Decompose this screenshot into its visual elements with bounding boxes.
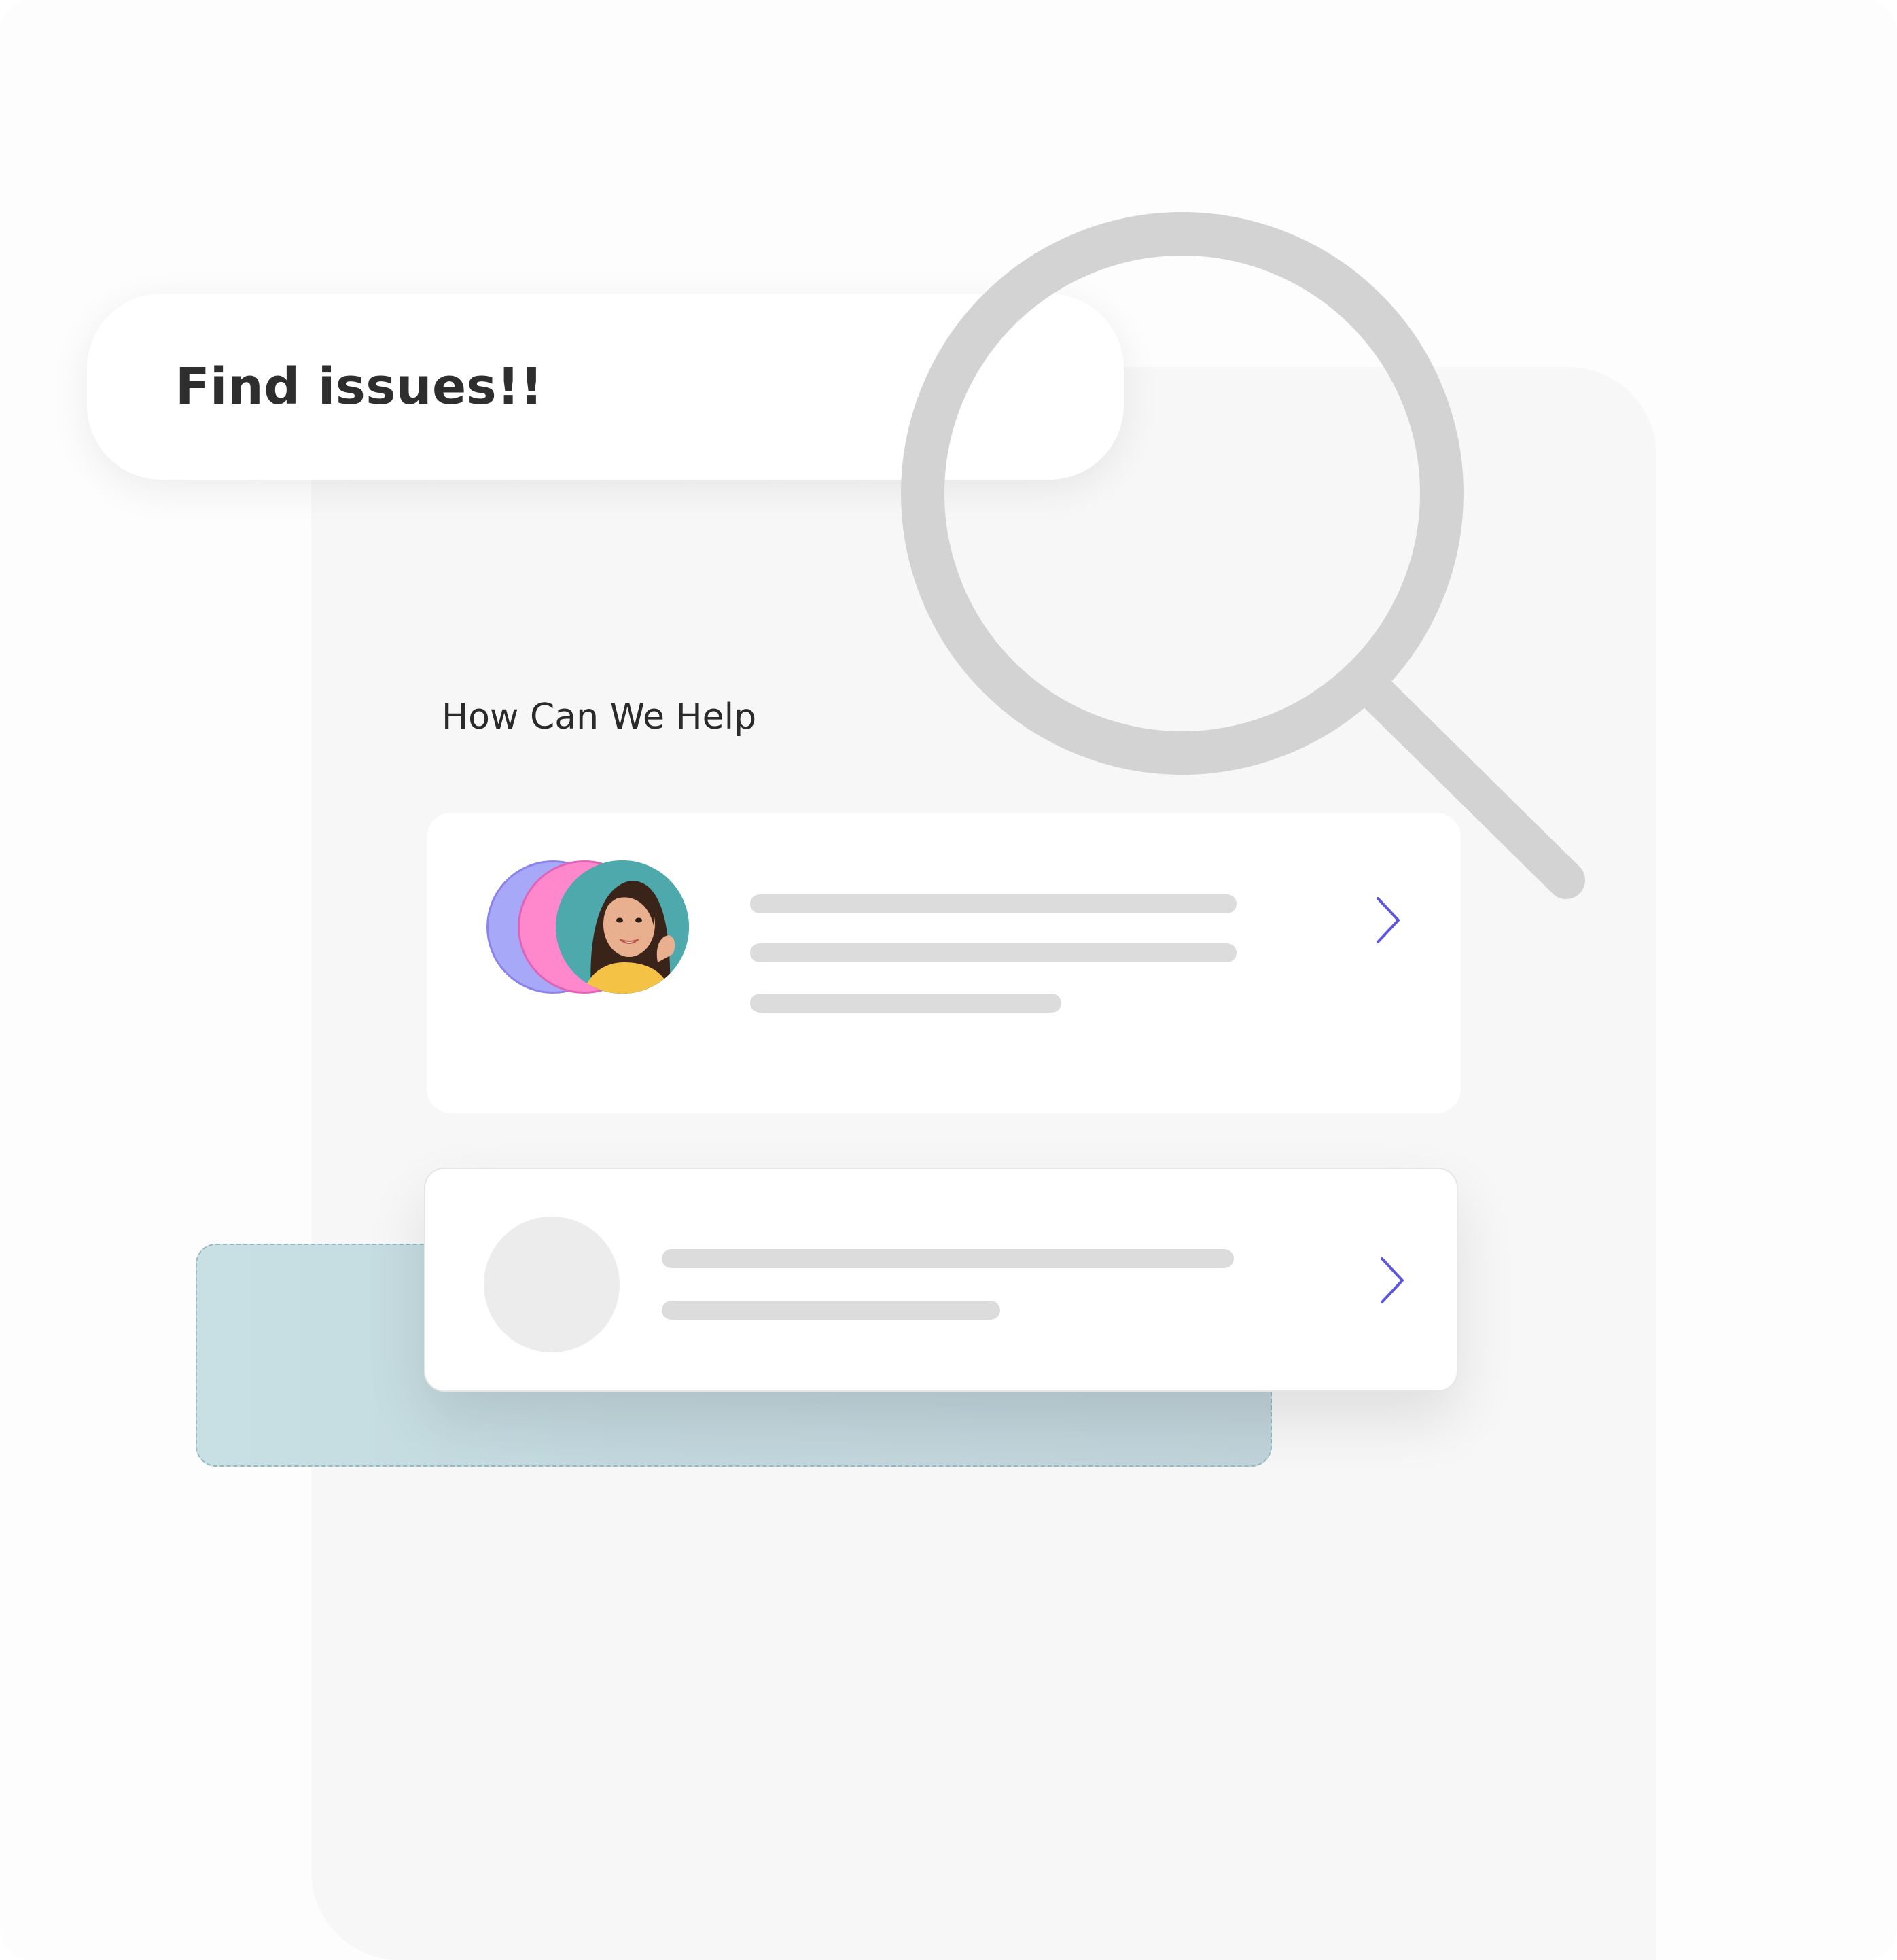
illustration-canvas: Find issues!! How Can We Help xyxy=(0,0,1897,1960)
skeleton-line xyxy=(662,1301,1000,1320)
help-card-primary[interactable] xyxy=(427,813,1461,1113)
avatar xyxy=(556,860,689,994)
skeleton-line xyxy=(662,1249,1234,1268)
help-card-secondary[interactable] xyxy=(424,1168,1458,1392)
chevron-right-icon[interactable] xyxy=(1371,1253,1412,1308)
user-photo-icon xyxy=(556,860,689,994)
placeholder-avatar xyxy=(484,1217,620,1352)
search-query-text: Find issues!! xyxy=(175,357,544,416)
section-heading: How Can We Help xyxy=(442,697,757,737)
skeleton-line xyxy=(750,994,1061,1013)
skeleton-line xyxy=(750,943,1237,962)
skeleton-line xyxy=(750,894,1237,913)
chevron-right-icon[interactable] xyxy=(1367,893,1408,947)
avatar-stack xyxy=(486,860,697,1003)
